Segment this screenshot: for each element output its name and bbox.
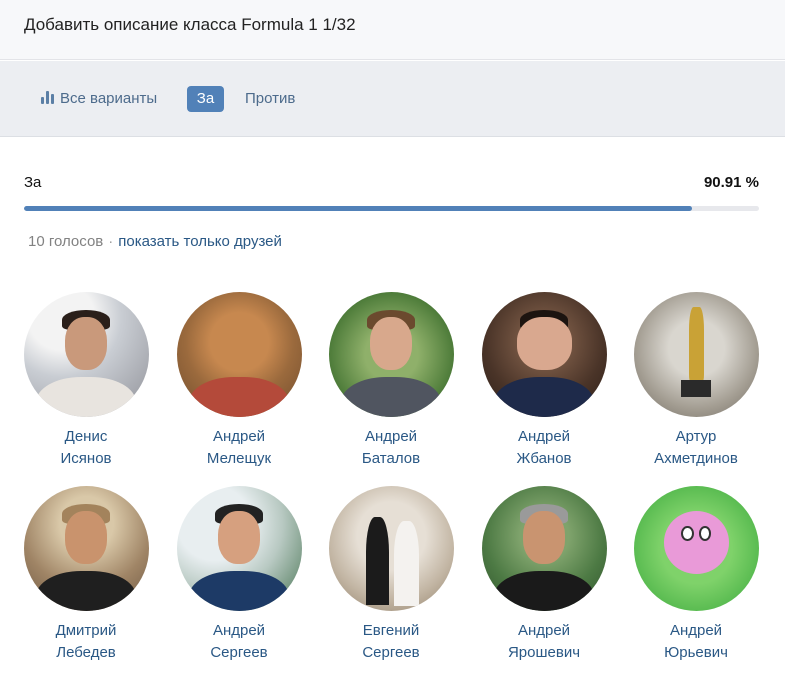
voter-card[interactable]: Андрей Баталов: [321, 292, 461, 470]
avatar[interactable]: [23, 486, 149, 611]
option-percent: 90.91 %: [703, 174, 759, 191]
voter-name[interactable]: Андрей Мелещук: [169, 426, 309, 470]
voter-card[interactable]: Андрей Сергеев: [169, 486, 309, 664]
option-label: За: [24, 174, 42, 191]
separator-dot: ·: [108, 233, 114, 250]
avatar[interactable]: [23, 292, 149, 417]
bar-chart-icon: [40, 89, 56, 105]
tab-all-options-label: Все варианты: [60, 90, 158, 107]
avatar[interactable]: [633, 292, 759, 417]
avatar[interactable]: [481, 292, 607, 417]
tab-against[interactable]: Против: [245, 86, 295, 112]
voter-card[interactable]: Андрей Юрьевич: [626, 486, 766, 664]
progress-bar: [24, 206, 759, 211]
voter-name[interactable]: Андрей Юрьевич: [626, 620, 766, 664]
tab-for[interactable]: За: [187, 86, 224, 112]
voter-card[interactable]: Андрей Мелещук: [169, 292, 309, 470]
avatar[interactable]: [176, 486, 302, 611]
voter-name[interactable]: Дмитрий Лебедев: [16, 620, 156, 664]
avatar[interactable]: [328, 292, 454, 417]
avatar[interactable]: [176, 292, 302, 417]
header: Добавить описание класса Formula 1 1/32: [0, 0, 785, 60]
voter-card[interactable]: Андрей Жбанов: [474, 292, 614, 470]
voter-name[interactable]: Андрей Ярошевич: [474, 620, 614, 664]
voter-name[interactable]: Андрей Баталов: [321, 426, 461, 470]
voter-card[interactable]: Евгений Сергеев: [321, 486, 461, 664]
voter-name[interactable]: Денис Исянов: [16, 426, 156, 470]
show-friends-only-link[interactable]: показать только друзей: [118, 233, 282, 250]
votes-line: 10 голосов · показать только друзей: [28, 233, 282, 250]
page-title: Добавить описание класса Formula 1 1/32: [24, 15, 356, 34]
progress-fill: [24, 206, 693, 211]
voter-name[interactable]: Андрей Сергеев: [169, 620, 309, 664]
tab-all-options[interactable]: Все варианты: [40, 86, 157, 112]
voter-name[interactable]: Евгений Сергеев: [321, 620, 461, 664]
votes-count: 10 голосов: [28, 233, 104, 250]
avatar[interactable]: [328, 486, 454, 611]
avatar[interactable]: [633, 486, 759, 611]
voter-card[interactable]: Дмитрий Лебедев: [16, 486, 156, 664]
voter-card[interactable]: Денис Исянов: [16, 292, 156, 470]
tabs-bar: Все варианты За Против: [0, 61, 785, 137]
voter-name[interactable]: Артур Ахметдинов: [626, 426, 766, 470]
voter-name[interactable]: Андрей Жбанов: [474, 426, 614, 470]
voter-card[interactable]: Андрей Ярошевич: [474, 486, 614, 664]
voter-card[interactable]: Артур Ахметдинов: [626, 292, 766, 470]
avatar[interactable]: [481, 486, 607, 611]
